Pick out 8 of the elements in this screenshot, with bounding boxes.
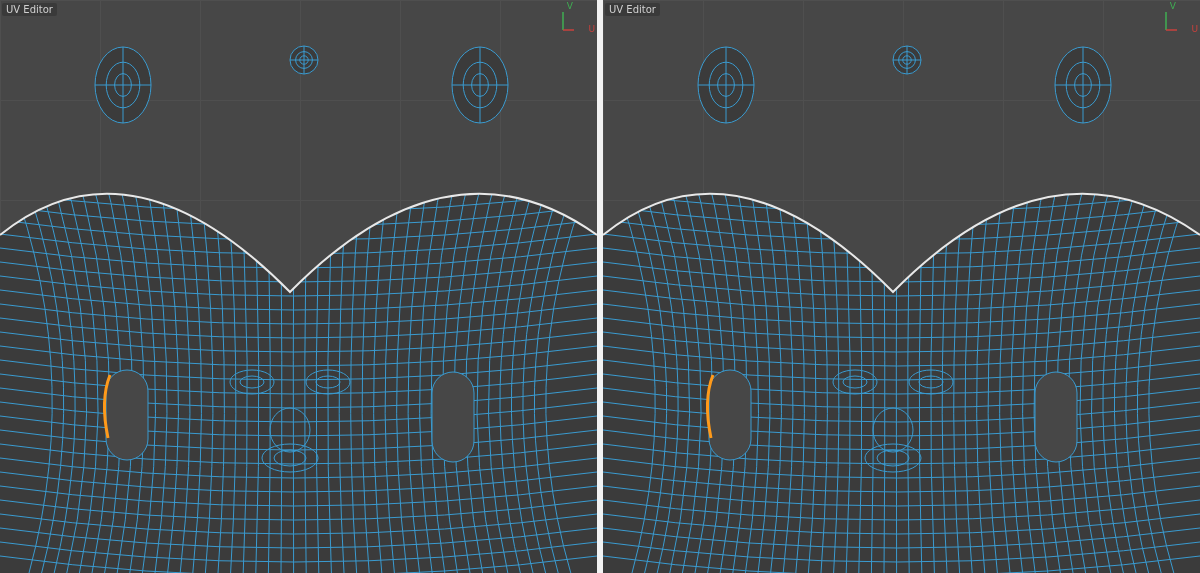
axis-icon — [561, 10, 575, 32]
panel-title: UV Editor — [605, 3, 660, 16]
v-axis-label: V — [566, 1, 573, 11]
u-axis-label: U — [588, 24, 595, 34]
u-axis-label: U — [1191, 24, 1198, 34]
axis-icon — [1164, 10, 1178, 32]
v-axis-label: V — [1169, 1, 1176, 11]
panel-title: UV Editor — [2, 3, 57, 16]
